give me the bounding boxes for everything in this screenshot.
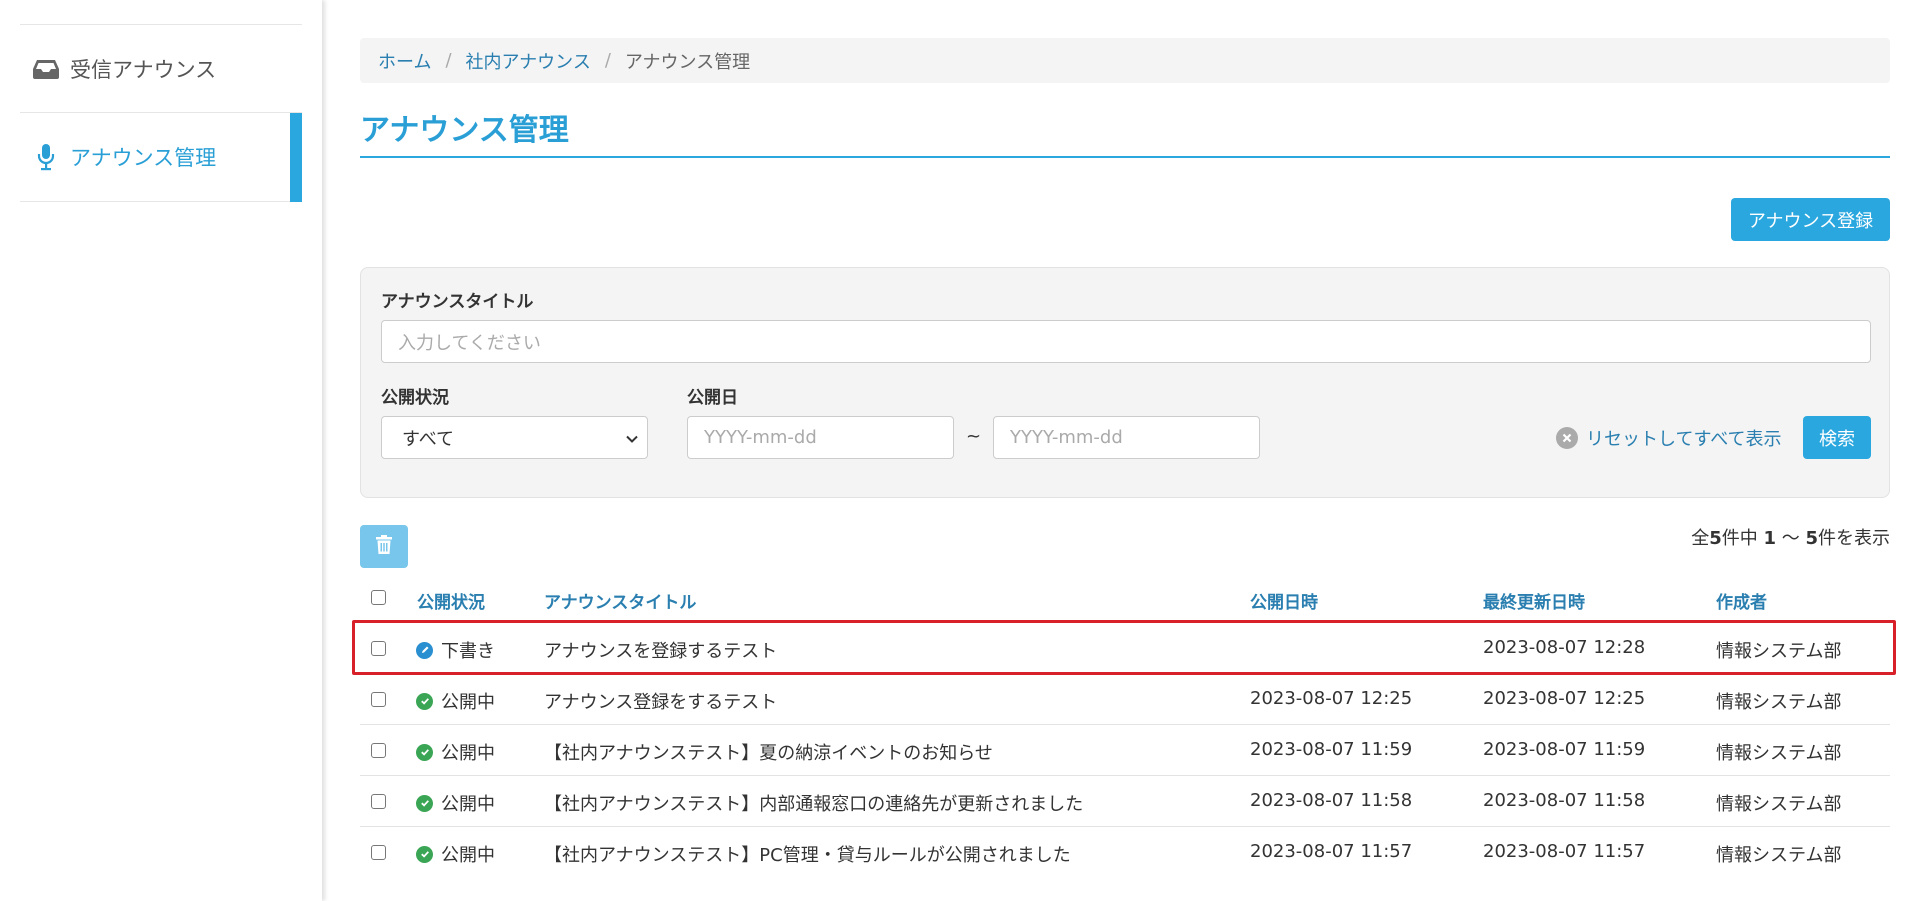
chevron-down-icon xyxy=(625,430,639,451)
published-at: 2023-08-07 12:25 xyxy=(1250,688,1413,709)
status-badge: 公開中 xyxy=(416,739,495,765)
author: 情報システム部 xyxy=(1716,794,1842,815)
breadcrumb: ホーム / 社内アナウンス / アナウンス管理 xyxy=(360,38,1890,83)
column-header-author[interactable]: 作成者 xyxy=(1716,588,1767,613)
active-indicator xyxy=(290,113,302,202)
column-header-published[interactable]: 公開日時 xyxy=(1250,588,1318,613)
title-field-label: アナウンスタイトル xyxy=(381,292,534,312)
delete-button[interactable] xyxy=(360,525,408,568)
author: 情報システム部 xyxy=(1716,641,1842,662)
table-row[interactable]: 公開中 アナウンス登録をするテスト 2023-08-07 12:25 2023-… xyxy=(360,673,1890,724)
status-select-value: すべて xyxy=(402,428,455,450)
date-to-input[interactable]: YYYY-mm-dd xyxy=(993,416,1260,459)
announcement-title[interactable]: アナウンスを登録するテスト xyxy=(544,637,777,663)
updated-at: 2023-08-07 11:59 xyxy=(1483,739,1646,760)
reset-link[interactable]: リセットしてすべて表示 xyxy=(1556,425,1781,451)
check-circle-icon xyxy=(416,692,433,710)
updated-at: 2023-08-07 11:58 xyxy=(1483,790,1646,811)
date-range-separator: ~ xyxy=(966,426,982,447)
published-at: 2023-08-07 11:57 xyxy=(1250,841,1413,862)
sidebar: 受信アナウンス アナウンス管理 xyxy=(0,0,322,901)
table-header: 公開状況 アナウンスタイトル 公開日時 最終更新日時 作成者 xyxy=(360,578,1890,620)
reset-label: リセットしてすべて表示 xyxy=(1586,429,1782,450)
status-select[interactable]: すべて xyxy=(381,416,648,459)
author: 情報システム部 xyxy=(1716,743,1842,764)
table-row[interactable]: 公開中 【社内アナウンステスト】PC管理・貸与ルールが公開されました 2023-… xyxy=(360,826,1890,877)
register-announcement-button[interactable]: アナウンス登録 xyxy=(1731,198,1890,241)
sidebar-item-inbox-announcements[interactable]: 受信アナウンス xyxy=(20,24,302,113)
total-count: 5 xyxy=(1709,528,1722,549)
published-at: 2023-08-07 11:59 xyxy=(1250,739,1413,760)
range-to: 5 xyxy=(1805,528,1818,549)
status-badge: 公開中 xyxy=(416,688,495,714)
status-field-label: 公開状況 xyxy=(381,388,449,408)
date-from-input[interactable]: YYYY-mm-dd xyxy=(687,416,954,459)
main-content: ホーム / 社内アナウンス / アナウンス管理 アナウンス管理 アナウンス登録 … xyxy=(352,0,1896,901)
announcement-title[interactable]: 【社内アナウンステスト】夏の納涼イベントのお知らせ xyxy=(544,739,993,765)
announcement-title[interactable]: アナウンス登録をするテスト xyxy=(544,688,777,714)
microphone-icon xyxy=(31,144,61,171)
updated-at: 2023-08-07 12:25 xyxy=(1483,688,1646,709)
search-panel: アナウンスタイトル 入力してください 公開状況 すべて 公開日 YYYY-mm-… xyxy=(360,267,1890,498)
title-search-input[interactable]: 入力してください xyxy=(381,320,1871,363)
updated-at: 2023-08-07 12:28 xyxy=(1483,637,1646,658)
announcement-title[interactable]: 【社内アナウンステスト】内部通報窓口の連絡先が更新されました xyxy=(544,790,1083,816)
author: 情報システム部 xyxy=(1716,692,1842,713)
page-title: アナウンス管理 xyxy=(360,113,569,148)
breadcrumb-separator: / xyxy=(445,50,452,71)
pencil-icon xyxy=(416,641,433,659)
breadcrumb-internal-announcements[interactable]: 社内アナウンス xyxy=(466,48,591,74)
sidebar-item-announcement-management[interactable]: アナウンス管理 xyxy=(20,113,302,202)
column-header-status[interactable]: 公開状況 xyxy=(417,588,485,613)
close-circle-icon xyxy=(1556,427,1578,449)
announcement-title[interactable]: 【社内アナウンステスト】PC管理・貸与ルールが公開されました xyxy=(544,841,1071,867)
check-circle-icon xyxy=(416,743,433,761)
title-divider xyxy=(360,156,1890,158)
status-badge: 公開中 xyxy=(416,841,495,867)
status-badge: 下書き xyxy=(416,637,495,663)
updated-at: 2023-08-07 11:57 xyxy=(1483,841,1646,862)
trash-icon xyxy=(375,534,393,559)
column-header-updated[interactable]: 最終更新日時 xyxy=(1483,588,1585,613)
published-at: 2023-08-07 11:58 xyxy=(1250,790,1413,811)
breadcrumb-current: アナウンス管理 xyxy=(624,51,751,73)
check-circle-icon xyxy=(416,845,433,863)
row-checkbox[interactable] xyxy=(371,845,386,860)
column-header-title[interactable]: アナウンスタイトル xyxy=(544,588,696,613)
check-circle-icon xyxy=(416,794,433,812)
row-checkbox[interactable] xyxy=(371,743,386,758)
search-button[interactable]: 検索 xyxy=(1803,416,1871,459)
table-row[interactable]: 公開中 【社内アナウンステスト】夏の納涼イベントのお知らせ 2023-08-07… xyxy=(360,724,1890,775)
sidebar-item-label: アナウンス管理 xyxy=(70,146,217,170)
row-checkbox[interactable] xyxy=(371,794,386,809)
row-checkbox[interactable] xyxy=(371,641,386,656)
inbox-icon xyxy=(31,56,61,82)
author: 情報システム部 xyxy=(1716,845,1842,866)
breadcrumb-home[interactable]: ホーム xyxy=(378,48,431,74)
breadcrumb-separator: / xyxy=(604,50,611,71)
range-from: 1 xyxy=(1763,528,1777,549)
table-row[interactable]: 下書き アナウンスを登録するテスト 2023-08-07 12:28 情報システ… xyxy=(360,622,1890,673)
table-row[interactable]: 公開中 【社内アナウンステスト】内部通報窓口の連絡先が更新されました 2023-… xyxy=(360,775,1890,826)
status-badge: 公開中 xyxy=(416,790,495,816)
result-count: 全5件中 1 〜 5件を表示 xyxy=(1691,528,1890,549)
publish-date-field-label: 公開日 xyxy=(687,388,738,408)
select-all-checkbox[interactable] xyxy=(371,590,386,605)
row-checkbox[interactable] xyxy=(371,692,386,707)
sidebar-item-label: 受信アナウンス xyxy=(70,57,217,82)
